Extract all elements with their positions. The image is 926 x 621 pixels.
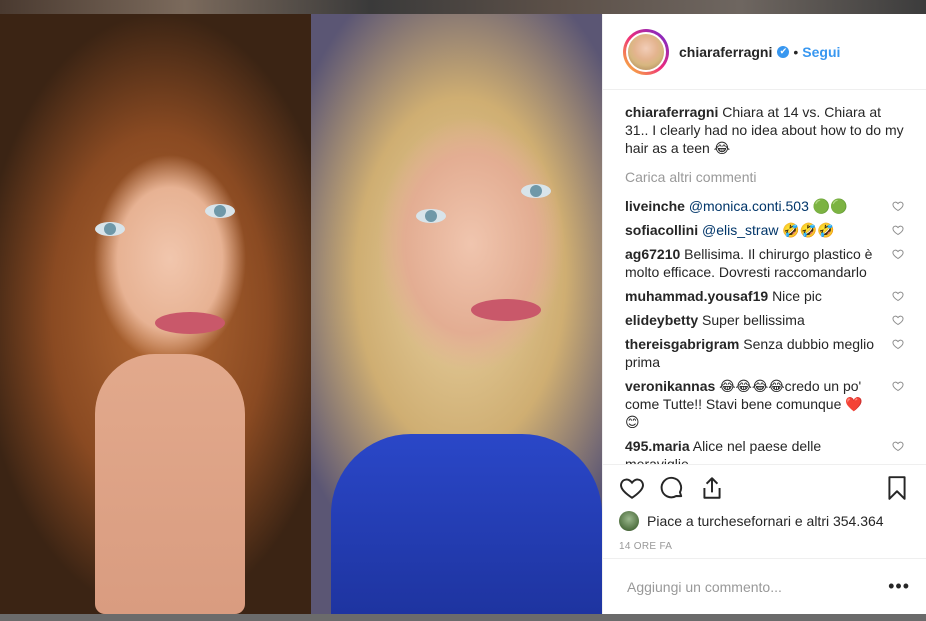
photo-left-neck (95, 354, 245, 614)
comment-row: sofiacollini @elis_straw 🤣🤣🤣 (625, 221, 906, 239)
photo-panel-left (0, 14, 311, 614)
likes-summary[interactable]: Piace a turchesefornari e altri 354.364 (619, 511, 910, 531)
comment-username[interactable]: thereisgabrigram (625, 336, 739, 352)
load-more-comments-button[interactable]: Carica altri commenti (625, 169, 906, 185)
comment-username[interactable]: muhammad.yousaf19 (625, 288, 768, 304)
comment-like-heart-icon[interactable] (892, 200, 904, 212)
photo-right-eye (416, 209, 446, 223)
photo-left-lips (155, 312, 225, 334)
post-timestamp[interactable]: 14 ORE FA (619, 541, 910, 552)
comment-input[interactable] (625, 577, 889, 596)
verified-badge-icon: ✔ (777, 45, 790, 58)
comment-username[interactable]: liveinche (625, 198, 685, 214)
comment-row: veronikannas 😂😂😂😂credo un po' come Tutte… (625, 377, 906, 431)
author-username[interactable]: chiaraferragni (679, 44, 772, 60)
likes-text[interactable]: Piace a turchesefornari e altri 354.364 (647, 513, 884, 529)
action-bar (619, 465, 910, 511)
photo-left-eye (95, 222, 125, 236)
photo-panel-right (311, 14, 602, 614)
comment-like-heart-icon[interactable] (892, 338, 904, 350)
photo-right-lips (471, 299, 541, 321)
comments-list[interactable]: chiaraferragni Chiara at 14 vs. Chiara a… (603, 91, 926, 464)
story-ring[interactable] (623, 28, 669, 75)
avatar[interactable] (626, 31, 666, 72)
photo-right-eye (521, 184, 551, 198)
comment-username[interactable]: sofiacollini (625, 222, 698, 238)
comment-like-heart-icon[interactable] (892, 380, 904, 392)
comment-like-heart-icon[interactable] (892, 440, 904, 452)
comment-text: Nice pic (772, 288, 822, 304)
comment-like-heart-icon[interactable] (892, 314, 904, 326)
comment-row: thereisgabrigram Senza dubbio meglio pri… (625, 335, 906, 371)
follow-button[interactable]: Segui (802, 44, 840, 60)
comment-like-heart-icon[interactable] (892, 290, 904, 302)
more-options-button[interactable]: ••• (888, 576, 910, 597)
comment-container: liveinche @monica.conti.503 🟢🟢 sofiacolli… (625, 197, 906, 464)
photo-left-eye (205, 204, 235, 218)
share-icon[interactable] (699, 475, 725, 501)
photo-right-hoodie (331, 434, 602, 614)
comment-row: ag67210 Bellisima. Il chirurgo plastico … (625, 245, 906, 281)
background-strip-top (0, 0, 926, 14)
comment-text: 🤣🤣🤣 (778, 222, 835, 238)
bookmark-icon[interactable] (884, 475, 910, 501)
comment-mention[interactable]: @elis_straw (702, 222, 778, 238)
post-caption: chiaraferragni Chiara at 14 vs. Chiara a… (625, 103, 906, 157)
comment-mention[interactable]: @monica.conti.503 (689, 198, 809, 214)
comment-text: Super bellissima (702, 312, 805, 328)
post-photo[interactable] (0, 14, 602, 614)
comment-like-heart-icon[interactable] (892, 248, 904, 260)
separator-dot: • (793, 43, 799, 60)
post-side-panel: chiaraferragni ✔ • Segui chiaraferragni … (602, 14, 926, 614)
comment-username[interactable]: ag67210 (625, 246, 680, 262)
liker-avatar[interactable] (619, 511, 639, 531)
comment-row: elideybetty Super bellissima (625, 311, 906, 329)
comment-like-heart-icon[interactable] (892, 224, 904, 236)
heart-icon[interactable] (619, 475, 645, 501)
comment-row: 495.maria Alice nel paese delle meravigl… (625, 437, 906, 464)
background-strip-bottom (0, 614, 926, 621)
comment-username[interactable]: elideybetty (625, 312, 698, 328)
caption-username[interactable]: chiaraferragni (625, 104, 718, 120)
comment-username[interactable]: veronikannas (625, 378, 715, 394)
comment-username[interactable]: 495.maria (625, 438, 690, 454)
add-comment-bar: ••• (603, 558, 926, 614)
comment-row: liveinche @monica.conti.503 🟢🟢 (625, 197, 906, 215)
post-header: chiaraferragni ✔ • Segui (603, 14, 926, 90)
comment-icon[interactable] (659, 475, 685, 501)
comment-text: 🟢🟢 (808, 198, 848, 214)
comment-row: muhammad.yousaf19 Nice pic (625, 287, 906, 305)
